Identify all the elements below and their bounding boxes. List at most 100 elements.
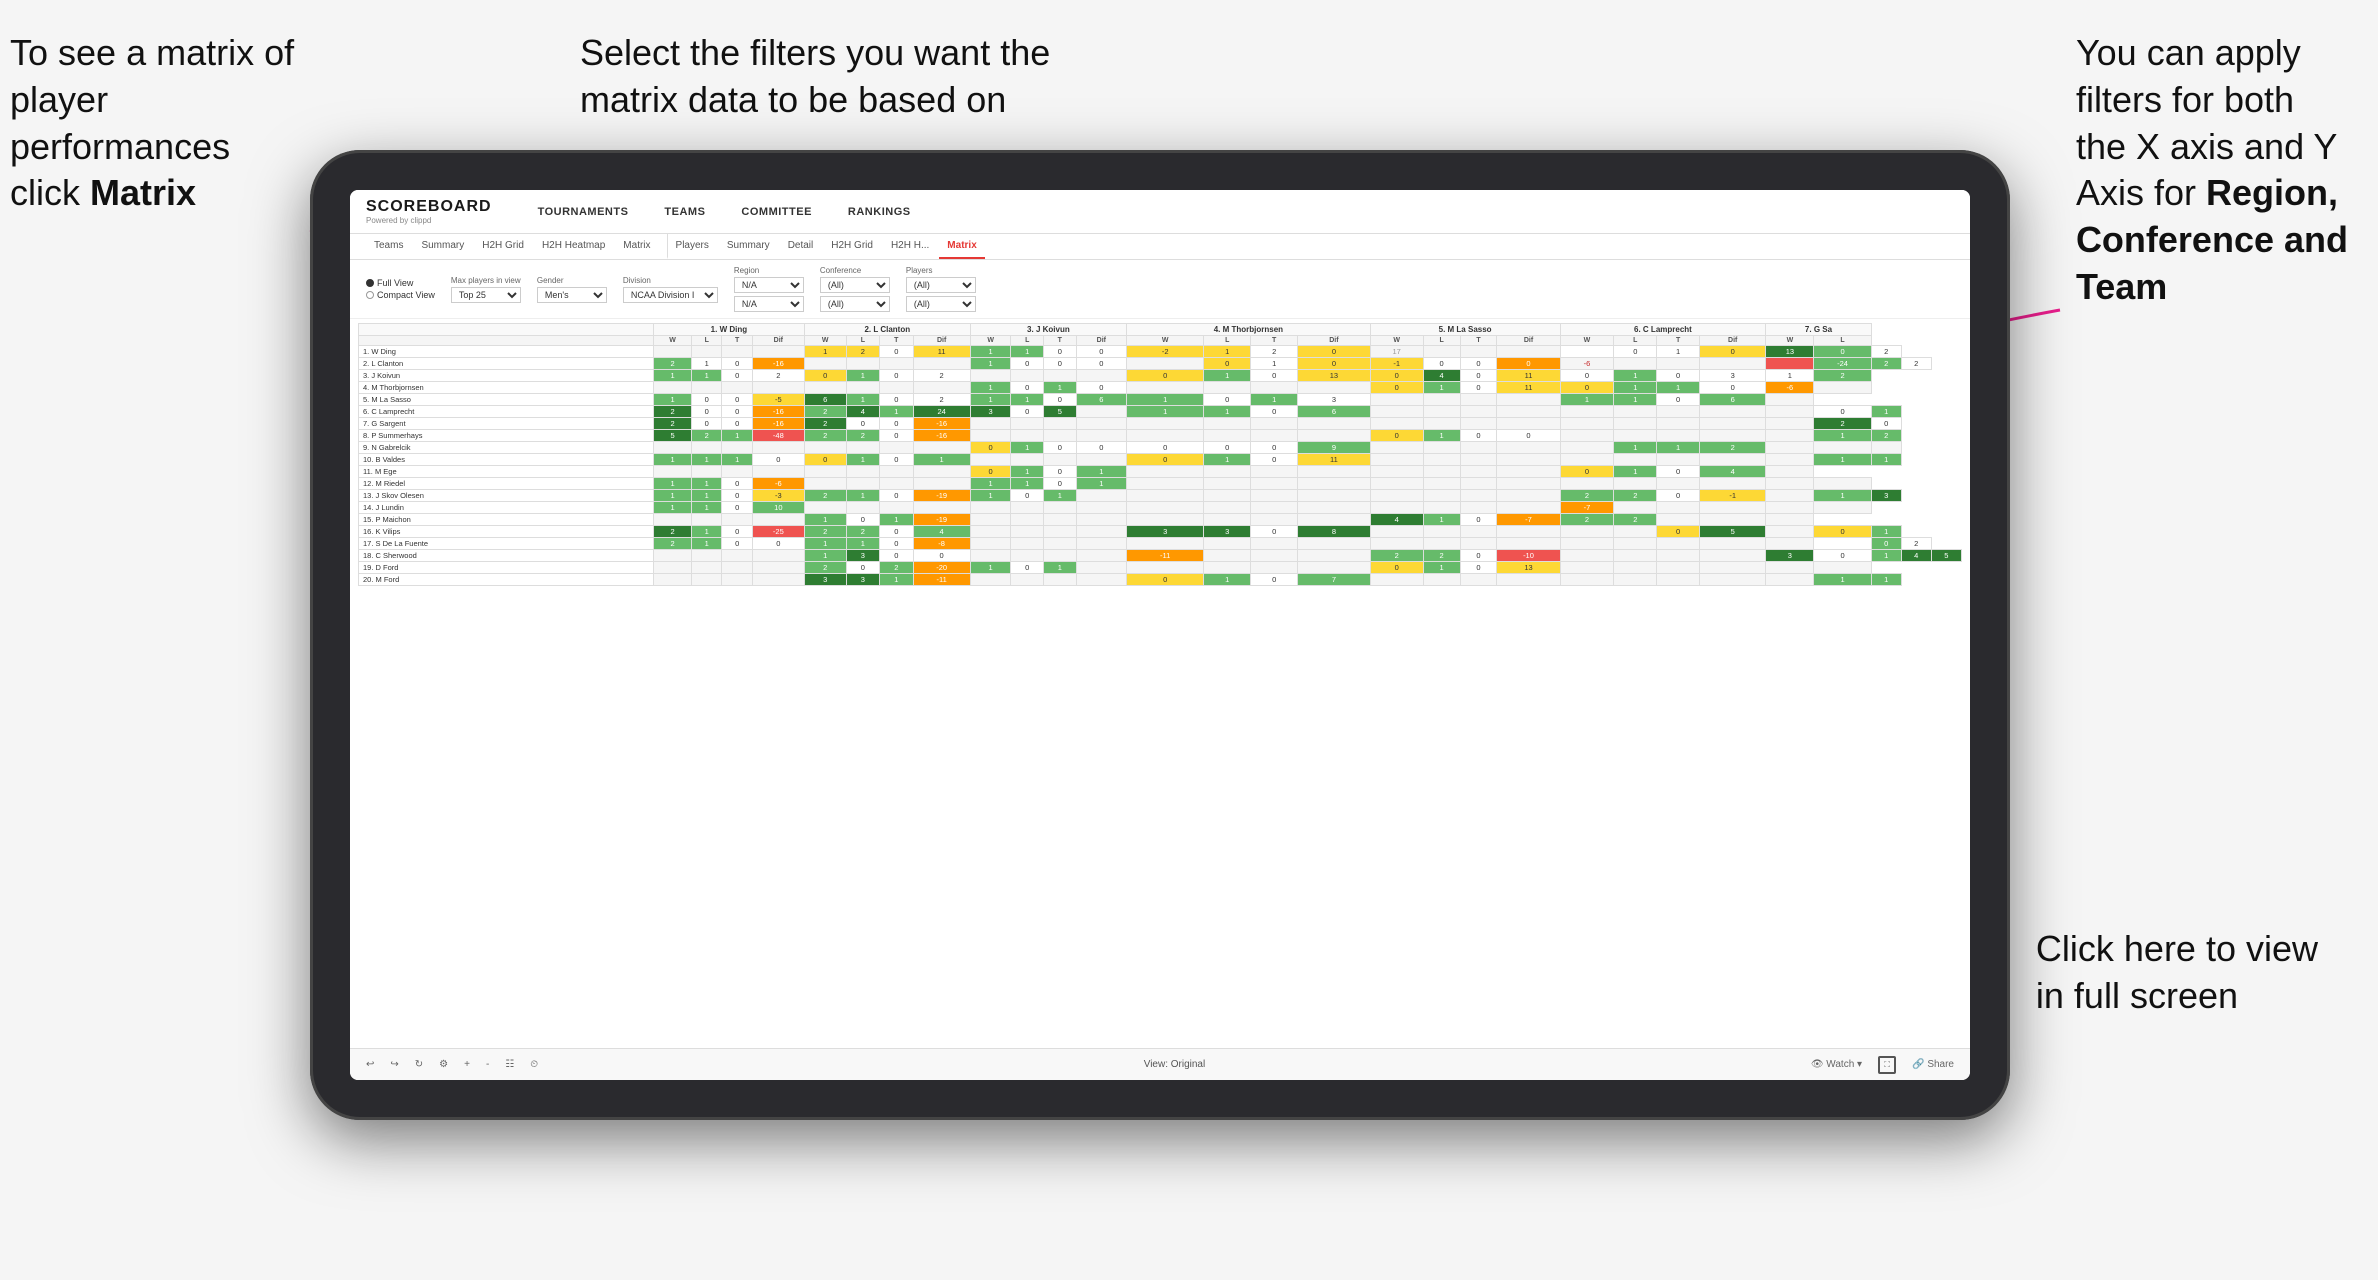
division-select[interactable]: NCAA Division I NCAA Division II	[623, 287, 718, 303]
table-row: 8. P Summerhays521-48220-16010012	[359, 430, 1962, 442]
matrix-cell	[1766, 358, 1814, 370]
matrix-cell	[1497, 478, 1560, 490]
matrix-cell	[1700, 418, 1766, 430]
matrix-cell: 1	[970, 490, 1011, 502]
matrix-cell: 2	[880, 562, 913, 574]
matrix-cell: -16	[752, 358, 804, 370]
matrix-cell	[1460, 490, 1497, 502]
full-view-radio[interactable]: Full View	[366, 278, 435, 288]
region-y-select[interactable]: N/A	[734, 296, 804, 312]
matrix-cell: 0	[1814, 550, 1871, 562]
matrix-cell	[1127, 478, 1204, 490]
conference-x-select[interactable]: (All)	[820, 277, 890, 293]
sub-nav-teams[interactable]: Teams	[366, 234, 411, 259]
matrix-cell	[1460, 502, 1497, 514]
matrix-cell: 1	[970, 394, 1011, 406]
conference-filter: Conference (All) (All)	[820, 266, 890, 312]
matrix-content[interactable]: 1. W Ding 2. L Clanton 3. J Koivun 4. M …	[350, 319, 1970, 1048]
sub-nav-summary[interactable]: Summary	[413, 234, 472, 259]
players-x-select[interactable]: (All)	[906, 277, 976, 293]
toolbar-redo[interactable]: ↪	[386, 1057, 402, 1072]
col-header-3: 3. J Koivun	[970, 324, 1126, 336]
matrix-cell	[1076, 418, 1126, 430]
toolbar-watch[interactable]: 👁 Watch ▾	[1807, 1057, 1866, 1072]
matrix-cell: 1	[692, 454, 722, 466]
toolbar-zoom-out[interactable]: -	[482, 1057, 493, 1072]
matrix-cell	[1766, 574, 1814, 586]
toolbar-expand[interactable]: ⛶	[1874, 1054, 1900, 1076]
toolbar-share[interactable]: 🔗 Share	[1908, 1057, 1958, 1072]
matrix-cell	[722, 514, 752, 526]
matrix-cell	[1766, 442, 1814, 454]
sub-nav-players-detail[interactable]: Detail	[780, 234, 822, 259]
nav-rankings[interactable]: RANKINGS	[842, 202, 917, 222]
matrix-cell: 2	[692, 430, 722, 442]
matrix-cell	[722, 550, 752, 562]
matrix-cell: 0	[970, 442, 1011, 454]
matrix-cell: 1	[1011, 478, 1044, 490]
filter-bar: Full View Compact View Max players in vi…	[350, 260, 1970, 319]
matrix-cell: 2	[1871, 358, 1901, 370]
region-x-select[interactable]: N/A	[734, 277, 804, 293]
matrix-cell	[1076, 574, 1126, 586]
col-header-2: 2. L Clanton	[804, 324, 970, 336]
matrix-cell: 3	[1127, 526, 1204, 538]
conference-y-select[interactable]: (All)	[820, 296, 890, 312]
sub-nav-players-h2h-grid[interactable]: H2H Grid	[823, 234, 881, 259]
matrix-cell: 0	[1127, 370, 1204, 382]
matrix-cell: 1	[1204, 346, 1251, 358]
sub-nav-matrix-active[interactable]: Matrix	[939, 234, 984, 259]
matrix-cell: 1	[1076, 466, 1126, 478]
matrix-cell	[1127, 430, 1204, 442]
region-filter: Region N/A N/A	[734, 266, 804, 312]
matrix-cell: 1	[692, 358, 722, 370]
matrix-cell: 0	[1204, 442, 1251, 454]
matrix-cell	[1657, 562, 1700, 574]
nav-teams[interactable]: TEAMS	[658, 202, 711, 222]
matrix-cell: 0	[1370, 370, 1423, 382]
sub-nav-h2h-grid[interactable]: H2H Grid	[474, 234, 532, 259]
tablet-frame: SCOREBOARD Powered by clippd TOURNAMENTS…	[310, 150, 2010, 1120]
matrix-cell	[804, 358, 846, 370]
toolbar-timer[interactable]: ⏲	[526, 1057, 542, 1072]
table-row: 12. M Riedel110-61101	[359, 478, 1962, 490]
matrix-cell: 1	[846, 394, 879, 406]
matrix-cell	[1700, 574, 1766, 586]
gender-select[interactable]: Men's Women's	[537, 287, 607, 303]
player-name-cell: 14. J Lundin	[359, 502, 654, 514]
matrix-cell: -6	[752, 478, 804, 490]
sub-nav-players-h2h-h[interactable]: H2H H...	[883, 234, 937, 259]
player-name-cell: 2. L Clanton	[359, 358, 654, 370]
toolbar-refresh[interactable]: ↻	[411, 1057, 427, 1072]
nav-tournaments[interactable]: TOURNAMENTS	[532, 202, 635, 222]
matrix-cell: 0	[722, 490, 752, 502]
matrix-cell: -1	[1370, 358, 1423, 370]
sub-nav-h2h-heatmap[interactable]: H2H Heatmap	[534, 234, 613, 259]
view-options: Full View Compact View	[366, 278, 435, 300]
max-players-select[interactable]: Top 25 Top 10 Top 50	[451, 287, 521, 303]
table-row: 18. C Sherwood1300-11220-1030145	[359, 550, 1962, 562]
matrix-cell: 0	[692, 418, 722, 430]
toolbar-zoom-in[interactable]: +	[460, 1057, 474, 1072]
col-header-6: 6. C Lamprecht	[1560, 324, 1766, 336]
matrix-cell	[1011, 502, 1044, 514]
compact-view-radio[interactable]: Compact View	[366, 290, 435, 300]
matrix-cell: 10	[752, 502, 804, 514]
toolbar-settings[interactable]: ⚙	[435, 1057, 452, 1072]
toolbar-grid[interactable]: ☷	[501, 1057, 518, 1072]
matrix-cell: 1	[722, 454, 752, 466]
matrix-cell	[880, 442, 913, 454]
toolbar-undo[interactable]: ↩	[362, 1057, 378, 1072]
sub-nav-players-summary[interactable]: Summary	[719, 234, 778, 259]
matrix-cell: 0	[1814, 346, 1871, 358]
matrix-cell: 0	[692, 406, 722, 418]
matrix-cell: 0	[880, 550, 913, 562]
sub-nav-players[interactable]: Players	[667, 234, 717, 259]
sub-nav-matrix-main[interactable]: Matrix	[615, 234, 658, 259]
table-row: 17. S De La Fuente2100110-802	[359, 538, 1962, 550]
player-name-cell: 19. D Ford	[359, 562, 654, 574]
players-y-select[interactable]: (All)	[906, 296, 976, 312]
nav-committee[interactable]: COMMITTEE	[735, 202, 818, 222]
matrix-cell: -11	[913, 574, 970, 586]
matrix-cell: 2	[804, 430, 846, 442]
